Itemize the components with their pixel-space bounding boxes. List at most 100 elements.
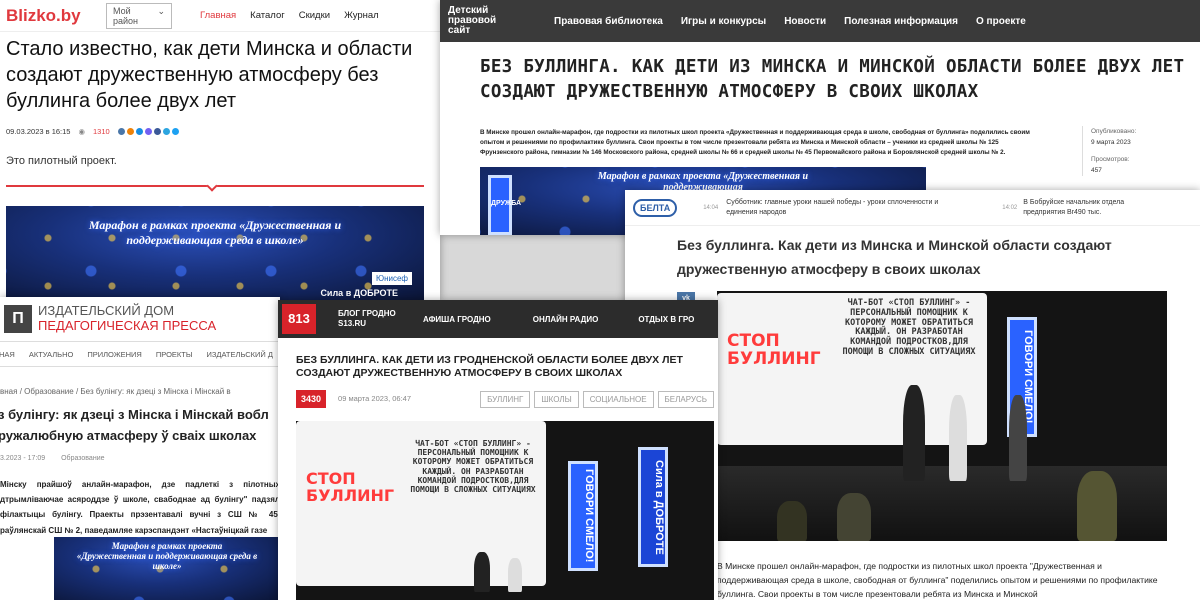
tag-bullying[interactable]: БУЛЛИНГ bbox=[480, 391, 531, 408]
region-select-label: Мой район bbox=[113, 5, 139, 26]
blizko-nav-journal[interactable]: Журнал bbox=[344, 10, 379, 21]
chevron-down-icon: ⌄ bbox=[157, 5, 165, 16]
ticker-item-2[interactable]: В Бобруйске начальник отдела предприятия… bbox=[1023, 198, 1124, 218]
blizko-header: Blizko.by Мой район ⌄ Главная Каталог Ск… bbox=[0, 0, 440, 32]
grodno-nav-rest[interactable]: ОТДЫХ В ГРО bbox=[638, 315, 694, 324]
audience-2 bbox=[837, 493, 871, 541]
divider-notch-icon bbox=[206, 180, 218, 192]
pravo-logo-line3: сайт bbox=[448, 25, 471, 36]
pravo-nav-info[interactable]: Полезная информация bbox=[844, 16, 958, 27]
blizko-logo[interactable]: Blizko.by bbox=[6, 6, 106, 26]
blizko-date: 09.03.2023 в 16:15 bbox=[6, 127, 71, 136]
pedpress-section[interactable]: Образование bbox=[61, 455, 104, 462]
breadcrumb: вная / Образование / Без булінгу: як дзе… bbox=[0, 387, 231, 396]
belta-slide-text: ЧАТ-БОТ «СТОП БУЛЛИНГ» - ПЕРСОНАЛЬНЫЙ ПО… bbox=[842, 298, 976, 357]
share-icons[interactable] bbox=[117, 128, 179, 135]
blizko-photo: Марафон в рамках проекта «Дружественная … bbox=[6, 206, 424, 300]
pravo-header: Детский правовой сайт Правовая библиотек… bbox=[440, 0, 1200, 42]
pravo-photo-banner: ДРУЖБА bbox=[488, 175, 521, 235]
pedpress-logo[interactable]: ИЗДАТЕЛЬСКИЙ ДОМ ПЕДАГОГИЧЕСКАЯ ПРЕССА bbox=[38, 303, 216, 334]
audience-3 bbox=[1077, 471, 1117, 541]
pedpress-photo-sign: Марафон в рамках проекта «Дружественная … bbox=[76, 541, 258, 571]
grodno-logo-text[interactable]: БЛОГ ГРОДНО S13.RU bbox=[338, 309, 423, 328]
pedpress-date: 3.2023 - 17:09 bbox=[0, 455, 46, 462]
pedpress-headline: з булінгу: як дзеці з Мінска і Мінскай в… bbox=[0, 407, 269, 443]
grodno-headline: БЕЗ БУЛЛИНГА. КАК ДЕТИ ИЗ ГРОДНЕНСКОЙ ОБ… bbox=[296, 354, 683, 380]
pravo-side-meta: Опубликовано: 9 марта 2023 Просмотров: 4… bbox=[1082, 126, 1136, 177]
pravo-headline: БЕЗ БУЛЛИНГА. КАК ДЕТИ ИЗ МИНСКА И МИНСК… bbox=[480, 57, 1185, 103]
pedpress-nav-home[interactable]: ВНАЯ bbox=[0, 350, 15, 359]
pedpress-header: П ИЗДАТЕЛЬСКИЙ ДОМ ПЕДАГОГИЧЕСКАЯ ПРЕССА bbox=[0, 297, 280, 341]
presenter-3 bbox=[1009, 395, 1027, 481]
grodno-logo-line2: S13.RU bbox=[338, 319, 367, 328]
pravo-nav-games[interactable]: Игры и конкурсы bbox=[681, 16, 766, 27]
breadcrumb-current: Без булінгу: як дзеці з Мінска і Мінскай… bbox=[80, 387, 231, 396]
blizko-nav-main[interactable]: Главная bbox=[200, 10, 236, 21]
pravo-nav-news[interactable]: Новости bbox=[784, 16, 826, 27]
tag-social[interactable]: СОЦИАЛЬНОЕ bbox=[582, 391, 654, 408]
region-select[interactable]: Мой район ⌄ bbox=[106, 2, 172, 29]
grodno-views-badge: 3430 bbox=[296, 389, 327, 408]
blizko-views: 1310 bbox=[93, 127, 110, 136]
pedpress-nav-actual[interactable]: АКТУАЛЬНО bbox=[29, 350, 73, 359]
ticker-time-2: 14:02 bbox=[1002, 204, 1018, 211]
viber-icon[interactable] bbox=[144, 128, 152, 135]
grodno-nav-radio[interactable]: ОНЛАЙН РАДИО bbox=[533, 315, 599, 324]
belta-photo: ЧАТ-БОТ «СТОП БУЛЛИНГ» - ПЕРСОНАЛЬНЫЙ ПО… bbox=[717, 291, 1167, 541]
blizko-headline: Стало известно, как дети Минска и област… bbox=[6, 38, 413, 112]
pedpress-window: П ИЗДАТЕЛЬСКИЙ ДОМ ПЕДАГОГИЧЕСКАЯ ПРЕССА… bbox=[0, 297, 280, 600]
pedpress-meta: 3.2023 - 17:09 Образование bbox=[0, 455, 105, 462]
twitter-icon[interactable] bbox=[171, 128, 179, 135]
ticker-item-1[interactable]: Субботник: главные уроки нашей победы - … bbox=[726, 198, 966, 218]
telegram-icon[interactable] bbox=[162, 128, 170, 135]
mail-icon[interactable] bbox=[135, 128, 143, 135]
pedpress-body: Мінску прайшоў анлайн-марафон, дзе падле… bbox=[0, 480, 280, 535]
ok-icon[interactable] bbox=[126, 128, 134, 135]
eye-icon: ◉ bbox=[78, 127, 86, 136]
ticker-item-2-line1: В Бобруйске начальник отдела bbox=[1023, 198, 1125, 206]
blizko-nav-catalog[interactable]: Каталог bbox=[250, 10, 285, 21]
pedpress-nav-projects[interactable]: ПРОЕКТЫ bbox=[156, 350, 193, 359]
unicef-logo: Юнисеф bbox=[372, 272, 412, 285]
grodno-slide-stop: СТОП БУЛЛИНГ bbox=[306, 469, 395, 505]
belta-slide: ЧАТ-БОТ «СТОП БУЛЛИНГ» - ПЕРСОНАЛЬНЫЙ ПО… bbox=[717, 293, 987, 445]
vk-icon[interactable] bbox=[117, 128, 125, 135]
grodno-header: 813 БЛОГ ГРОДНО S13.RU АФИША ГРОДНО ОНЛА… bbox=[278, 300, 718, 338]
pravo-logo[interactable]: Детский правовой сайт bbox=[448, 6, 554, 36]
grodno-logo-line1: БЛОГ ГРОДНО bbox=[338, 309, 396, 319]
tag-schools[interactable]: ШКОЛЫ bbox=[534, 391, 579, 408]
breadcrumb-home[interactable]: вная bbox=[0, 387, 17, 396]
grodno-slide-text: ЧАТ-БОТ «СТОП БУЛЛИНГ» - ПЕРСОНАЛЬНЫЙ ПО… bbox=[410, 439, 536, 494]
pravo-nav-library[interactable]: Правовая библиотека bbox=[554, 16, 663, 27]
presenter-1 bbox=[474, 552, 490, 592]
tag-belarus[interactable]: БЕЛАРУСЬ bbox=[657, 391, 714, 408]
pravo-lead: В Минске прошел онлайн-марафон, где подр… bbox=[480, 129, 1030, 156]
grodno-logo-badge[interactable]: 813 bbox=[282, 304, 316, 334]
pravo-nav-about[interactable]: О проекте bbox=[976, 16, 1026, 27]
blizko-meta: 09.03.2023 в 16:15 ◉ 1310 bbox=[6, 127, 179, 136]
grodno-photo: ЧАТ-БОТ «СТОП БУЛЛИНГ» - ПЕРСОНАЛЬНЫЙ ПО… bbox=[296, 421, 714, 600]
presenter-2 bbox=[949, 395, 967, 481]
belta-body: В Минске прошел онлайн-марафон, где подр… bbox=[717, 561, 1158, 599]
pedpress-nav-publisher[interactable]: ИЗДАТЕЛЬСКИЙ Д bbox=[207, 350, 273, 359]
pedpress-logo-icon: П bbox=[4, 305, 32, 333]
fb-icon[interactable] bbox=[153, 128, 161, 135]
grodno-banner: ГОВОРИ СМЕЛО! bbox=[568, 461, 598, 571]
belta-slide-stop: СТОП БУЛЛИНГ bbox=[727, 331, 821, 369]
blizko-photo-sign: Марафон в рамках проекта «Дружественная … bbox=[88, 218, 342, 247]
pedpress-photo: Марафон в рамках проекта «Дружественная … bbox=[54, 537, 280, 600]
belta-logo[interactable]: БЕЛТА bbox=[633, 198, 678, 217]
pedpress-nav: ВНАЯ АКТУАЛЬНО ПРИЛОЖЕНИЯ ПРОЕКТЫ ИЗДАТЕ… bbox=[0, 341, 280, 367]
blizko-nav-discounts[interactable]: Скидки bbox=[299, 10, 330, 21]
grodno-slide: ЧАТ-БОТ «СТОП БУЛЛИНГ» - ПЕРСОНАЛЬНЫЙ ПО… bbox=[296, 421, 546, 586]
pedpress-nav-apps[interactable]: ПРИЛОЖЕНИЯ bbox=[87, 350, 142, 359]
audience-1 bbox=[777, 501, 807, 541]
grodno-window: 813 БЛОГ ГРОДНО S13.RU АФИША ГРОДНО ОНЛА… bbox=[278, 300, 718, 600]
pedpress-logo-top: ИЗДАТЕЛЬСКИЙ ДОМ bbox=[38, 303, 175, 319]
grodno-nav-afisha[interactable]: АФИША ГРОДНО bbox=[423, 315, 491, 324]
grodno-meta: 3430 09 марта 2023, 06:47 БУЛЛИНГ ШКОЛЫ СО… bbox=[296, 389, 714, 408]
presenter-2 bbox=[508, 558, 522, 592]
blizko-window: Blizko.by Мой район ⌄ Главная Каталог Ск… bbox=[0, 0, 440, 300]
breadcrumb-section[interactable]: Образование bbox=[24, 387, 74, 396]
views-value: 457 bbox=[1091, 167, 1102, 175]
